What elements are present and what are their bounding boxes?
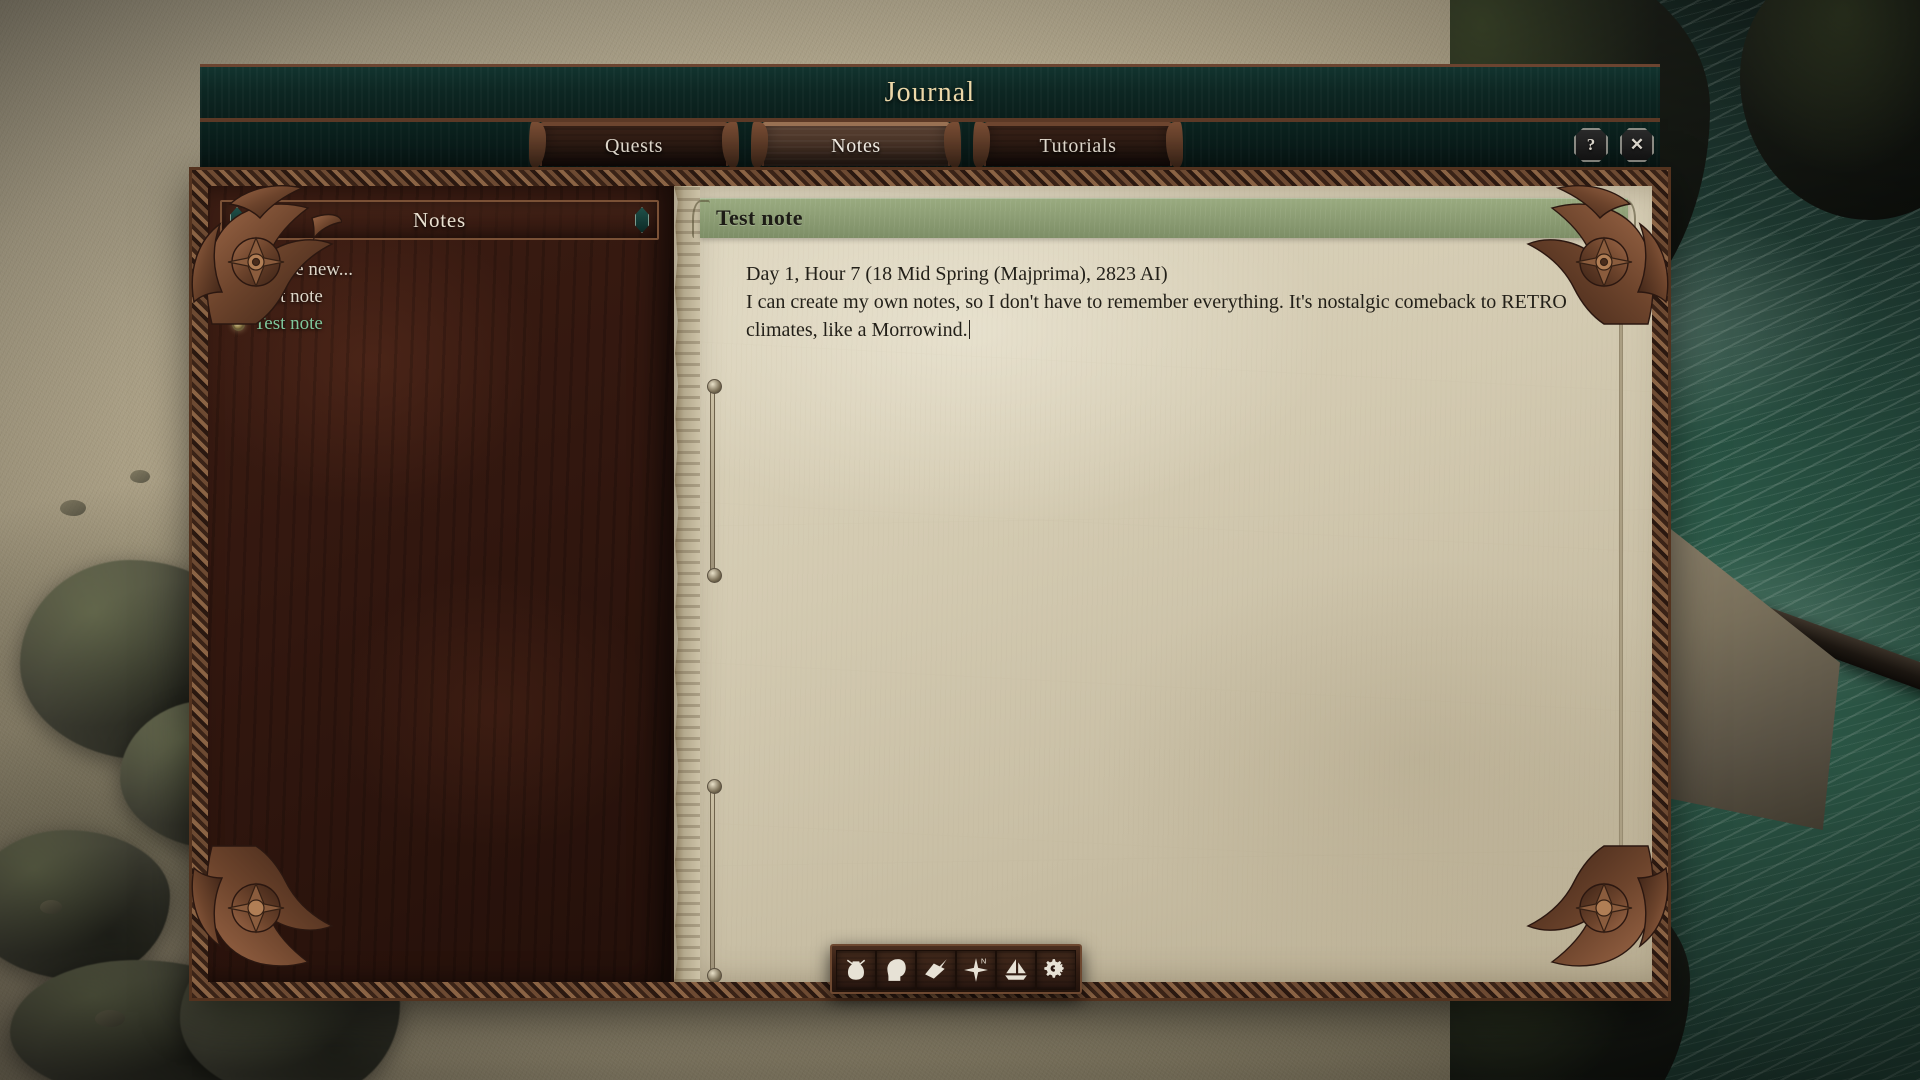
page-title: Journal [884, 76, 976, 108]
character-button[interactable] [876, 950, 916, 990]
torn-paper-edge [674, 186, 700, 982]
note-parchment-panel: Test note Day 1, Hour 7 (18 Mid Spring (… [674, 186, 1652, 982]
window-titlebar: Journal [200, 64, 1660, 122]
notes-sidebar: Notes Create new... Test note Test note [208, 186, 674, 982]
note-title-bar: Test note [692, 198, 1628, 238]
scrollbar-thumb[interactable] [1612, 290, 1630, 320]
tab-quests[interactable]: Quests [540, 122, 739, 168]
scrollbar-track[interactable] [1619, 278, 1623, 928]
window-controls: ? ✕ [1574, 128, 1654, 162]
compass-icon: N [964, 957, 988, 982]
note-text: I can create my own notes, so I don't ha… [746, 291, 1567, 341]
list-item-label: Test note [254, 312, 323, 334]
pebble [60, 500, 86, 516]
list-item-create-new[interactable]: Create new... [232, 256, 671, 283]
tab-label: Tutorials [1039, 134, 1117, 157]
text-caret [968, 320, 971, 339]
pebble [95, 1010, 125, 1027]
note-body[interactable]: Day 1, Hour 7 (18 Mid Spring (Majprima),… [746, 260, 1578, 344]
journal-frame: Notes Create new... Test note Test note [191, 170, 1669, 998]
help-button[interactable]: ? [1574, 128, 1608, 162]
note-title: Test note [716, 205, 803, 230]
journal-content: Notes Create new... Test note Test note [208, 186, 1652, 982]
pebble [130, 470, 150, 483]
sidebar-header-label: Notes [413, 207, 466, 232]
note-scrollbar[interactable] [1612, 252, 1630, 954]
journal-window: Journal Quests Notes Tutorials ? ✕ Notes… [170, 24, 1690, 1034]
page-binder-pin [707, 379, 722, 583]
close-button[interactable]: ✕ [1620, 128, 1654, 162]
settings-button[interactable] [1036, 950, 1076, 990]
list-item-label: Test note [254, 285, 323, 307]
scroll-down-gem-icon[interactable] [1612, 928, 1630, 954]
ship-sail-icon [1005, 959, 1027, 980]
gears-icon [1044, 959, 1064, 978]
sidebar-header: Notes [220, 200, 659, 240]
journal-button[interactable] [916, 950, 956, 990]
pebble [40, 900, 62, 914]
notes-list: Create new... Test note Test note [208, 256, 671, 337]
close-icon: ✕ [1629, 135, 1645, 154]
tab-bar: Quests Notes Tutorials [200, 122, 1660, 170]
ship-button[interactable] [996, 950, 1036, 990]
gem-diamond-icon [635, 207, 649, 233]
coin-pouch-icon [846, 959, 866, 980]
quill-book-icon [925, 959, 947, 979]
list-item[interactable]: Test note [232, 283, 671, 310]
scroll-up-gem-icon[interactable] [1612, 252, 1630, 278]
list-item-label: Create new... [254, 258, 353, 280]
svg-text:N: N [981, 957, 986, 966]
bottom-toolbar: N [830, 944, 1082, 994]
tab-tutorials[interactable]: Tutorials [984, 122, 1183, 168]
tab-label: Notes [831, 134, 881, 157]
question-mark-icon: ? [1586, 135, 1596, 154]
tab-label: Quests [604, 134, 664, 157]
head-profile-icon [887, 959, 906, 981]
map-button[interactable]: N [956, 950, 996, 990]
gem-diamond-icon [230, 207, 244, 233]
note-timestamp: Day 1, Hour 7 (18 Mid Spring (Majprima),… [746, 263, 1168, 285]
note-text-wrapper: I can create my own notes, so I don't ha… [746, 288, 1578, 344]
inventory-button[interactable] [836, 950, 876, 990]
list-item-selected[interactable]: Test note [232, 310, 671, 337]
page-binder-pin [707, 779, 722, 982]
tab-notes[interactable]: Notes [762, 122, 961, 168]
selected-bullet-icon [232, 318, 245, 331]
